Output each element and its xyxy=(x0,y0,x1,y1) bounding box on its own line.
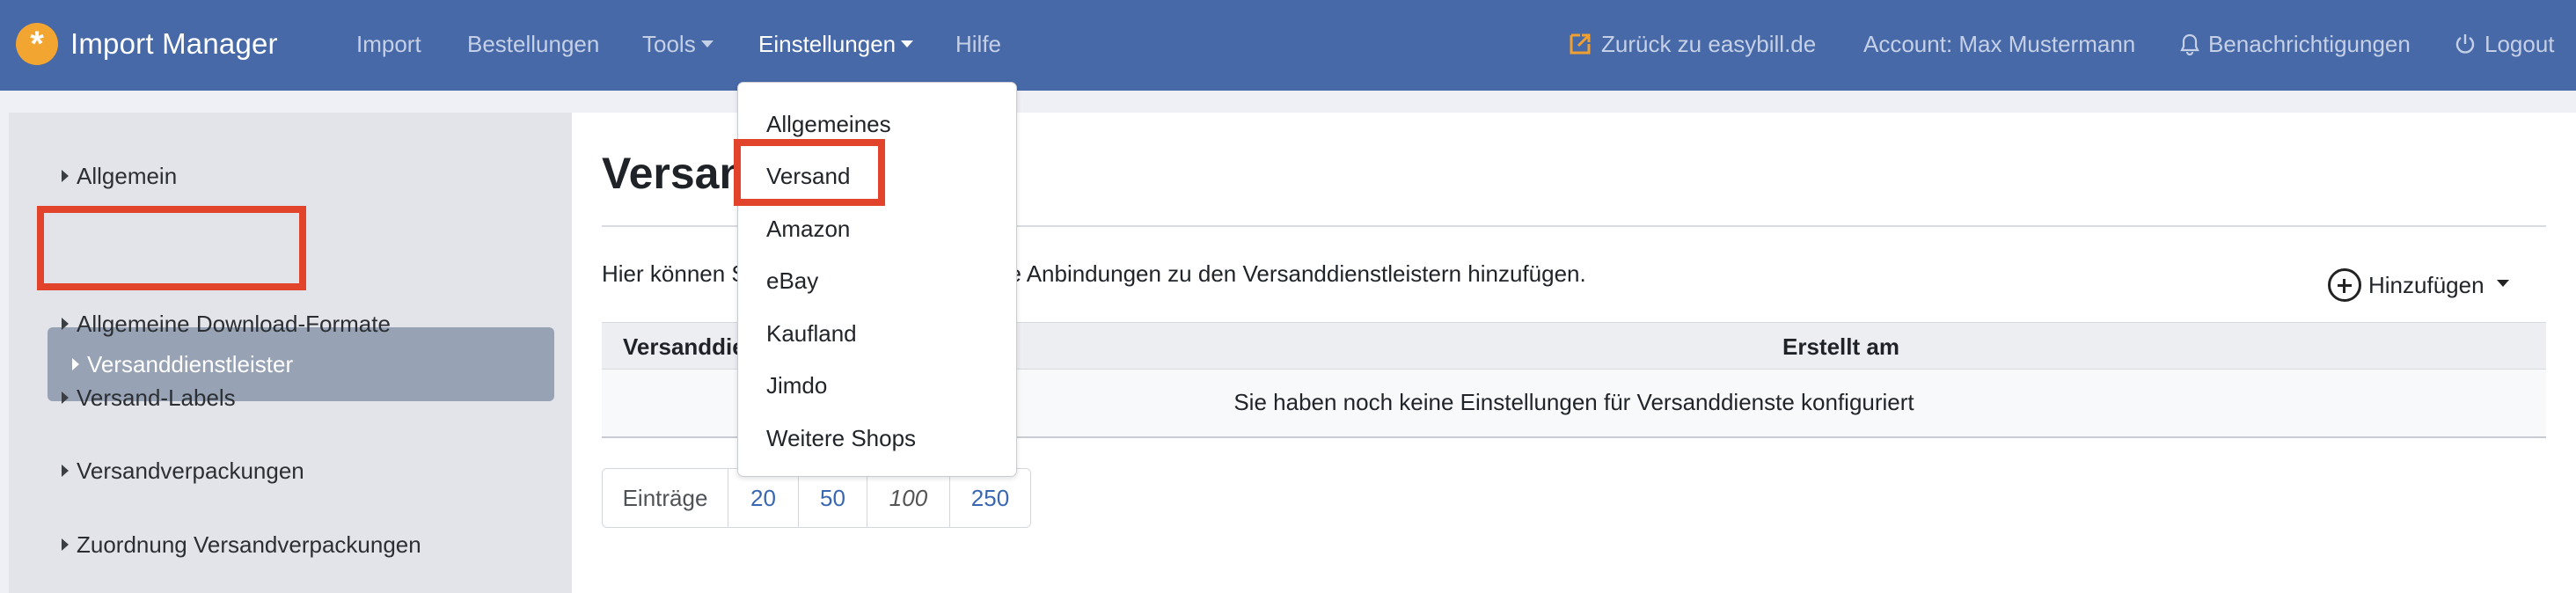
sidebar-item-label: Allgemein xyxy=(77,162,178,189)
caret-right-icon xyxy=(62,538,69,551)
page-size-50[interactable]: 50 xyxy=(798,469,867,527)
back-link-label: Zurück zu easybill.de xyxy=(1601,31,1817,57)
nav-einstellungen-label: Einstellungen xyxy=(758,31,896,57)
column-header-erstellt-am[interactable]: Erstellt am xyxy=(1782,333,1899,361)
sidebar-item-download-formate[interactable]: Allgemeine Download-Formate xyxy=(62,306,391,341)
dropdown-item-weitere-shops[interactable]: Weitere Shops xyxy=(766,422,916,454)
entries-per-page: Einträge 20 50 100 250 xyxy=(602,468,1031,528)
power-icon xyxy=(2455,34,2475,54)
nav-tools[interactable]: Tools xyxy=(642,28,714,60)
sidebar-item-zuordnung-versandverpackungen[interactable]: Zuordnung Versandverpackungen xyxy=(62,527,421,562)
sidebar-item-label: Allgemeine Download-Formate xyxy=(77,310,391,337)
caret-right-icon xyxy=(62,392,69,404)
app-title: Import Manager xyxy=(70,27,278,60)
sidebar-item-label: Versand-Labels xyxy=(77,384,236,411)
account-menu[interactable]: Account: Max Mustermann xyxy=(1863,28,2135,60)
logout-label: Logout xyxy=(2485,31,2555,57)
brand[interactable]: * Import Manager xyxy=(16,21,278,67)
top-navbar: * Import Manager Import Bestellungen Too… xyxy=(0,0,2576,91)
sidebar-item-inner: Versanddienstleister xyxy=(72,347,293,382)
asterisk-logo-icon: * xyxy=(16,23,58,65)
caret-right-icon xyxy=(72,358,79,370)
nav-import[interactable]: Import xyxy=(356,28,421,60)
page-size-100[interactable]: 100 xyxy=(867,469,949,527)
chevron-down-icon xyxy=(901,40,914,48)
add-button-label: Hinzufügen xyxy=(2368,271,2485,298)
page-size-250[interactable]: 250 xyxy=(949,469,1030,527)
dropdown-item-versand[interactable]: Versand xyxy=(766,160,850,192)
external-link-icon xyxy=(1570,33,1591,55)
sidebar-item-versand-labels[interactable]: Versand-Labels xyxy=(62,380,236,415)
dropdown-item-ebay[interactable]: eBay xyxy=(766,265,818,296)
sidebar-item-label: Versandverpackungen xyxy=(77,457,304,484)
nav-tools-label: Tools xyxy=(642,31,696,57)
bell-icon xyxy=(2180,33,2199,55)
settings-sidebar: Allgemein Versanddienstleister Allgemein… xyxy=(9,113,572,593)
dropdown-item-kaufland[interactable]: Kaufland xyxy=(766,318,857,349)
chevron-down-icon xyxy=(700,40,714,48)
nav-einstellungen[interactable]: Einstellungen xyxy=(758,28,914,60)
notifications-link[interactable]: Benachrichtigungen xyxy=(2180,28,2411,60)
caret-right-icon xyxy=(62,465,69,477)
nav-hilfe[interactable]: Hilfe xyxy=(955,28,1001,60)
back-to-easybill-link[interactable]: Zurück zu easybill.de xyxy=(1568,28,1816,60)
sidebar-item-label: Zuordnung Versandverpackungen xyxy=(77,531,421,558)
notifications-label: Benachrichtigungen xyxy=(2208,31,2411,57)
einstellungen-dropdown: Allgemeines Versand Amazon eBay Kaufland… xyxy=(737,82,1017,477)
nav-bestellungen[interactable]: Bestellungen xyxy=(467,28,599,60)
caret-right-icon xyxy=(62,318,69,330)
entries-label: Einträge xyxy=(622,484,708,511)
add-button[interactable]: Hinzufügen xyxy=(2328,266,2509,304)
caret-right-icon xyxy=(62,170,69,182)
plus-circle-icon xyxy=(2328,268,2361,302)
sidebar-item-allgemein[interactable]: Allgemein xyxy=(62,158,177,194)
dropdown-item-jimdo[interactable]: Jimdo xyxy=(766,370,827,401)
logout-link[interactable]: Logout xyxy=(2455,28,2555,60)
page-size-20[interactable]: 20 xyxy=(728,469,798,527)
sidebar-item-versandverpackungen[interactable]: Versandverpackungen xyxy=(62,453,304,488)
sidebar-item-label: Versanddienstleister xyxy=(87,350,294,377)
dropdown-item-amazon[interactable]: Amazon xyxy=(766,213,850,245)
chevron-down-icon xyxy=(2496,280,2509,287)
dropdown-item-allgemeines[interactable]: Allgemeines xyxy=(766,108,891,140)
